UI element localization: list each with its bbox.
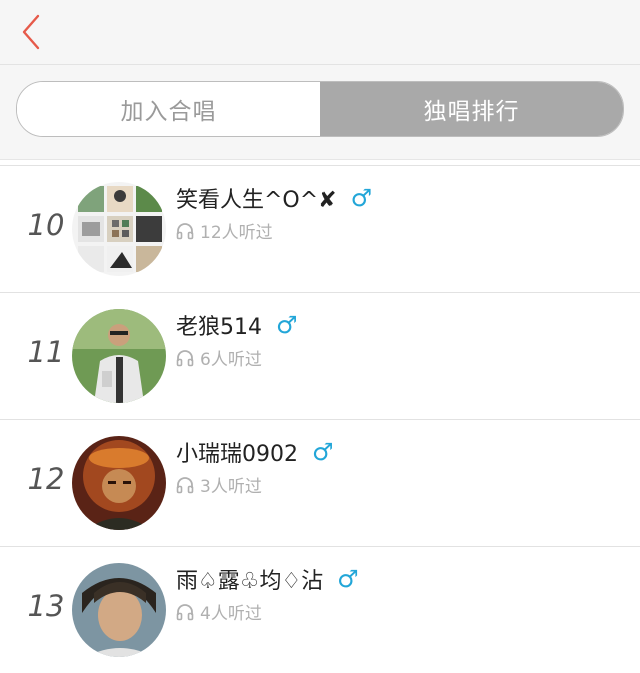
listen-count: 3人听过: [176, 472, 262, 497]
listen-count-text: 4人听过: [200, 604, 262, 624]
ranking-list: 10 笑看人生^O^✘ ♂ 12人听过 11 老狼514 ♂ 6人听过 12 小…: [0, 165, 640, 673]
male-icon: ♂: [350, 184, 373, 212]
tab-solo-ranking[interactable]: 独唱排行: [320, 82, 623, 136]
avatar-collage-image: [72, 182, 166, 276]
list-item[interactable]: 11 老狼514 ♂ 6人听过: [0, 292, 640, 419]
avatar[interactable]: [72, 309, 166, 403]
user-name-text: 老狼514: [176, 315, 262, 340]
listen-count-text: 3人听过: [200, 477, 262, 497]
avatar[interactable]: [72, 182, 166, 276]
user-name[interactable]: 笑看人生^O^✘ ♂: [176, 182, 372, 214]
avatar-photo-image: [72, 563, 166, 657]
avatar[interactable]: [72, 563, 166, 657]
listen-count-text: 6人听过: [200, 350, 262, 370]
avatar-photo-image: [72, 309, 166, 403]
avatar[interactable]: [72, 436, 166, 530]
headphones-icon: [176, 603, 194, 620]
headphones-icon: [176, 476, 194, 493]
tab-area: 加入合唱 独唱排行: [0, 65, 640, 160]
list-item[interactable]: 12 小瑞瑞0902 ♂ 3人听过: [0, 419, 640, 546]
male-icon: ♂: [276, 311, 298, 339]
user-name-text: 雨♤露♧均♢沾: [176, 569, 324, 594]
rank-number: 12: [27, 462, 65, 496]
avatar-photo-image: [72, 436, 166, 530]
male-icon: ♂: [312, 438, 334, 466]
user-name[interactable]: 雨♤露♧均♢沾 ♂: [176, 563, 359, 595]
rank-number: 13: [27, 589, 65, 623]
headphones-icon: [176, 349, 194, 366]
user-name-text: 小瑞瑞0902: [176, 442, 298, 467]
listen-count-text: 12人听过: [200, 223, 273, 243]
listen-count: 12人听过: [176, 218, 273, 243]
headphones-icon: [176, 222, 194, 239]
user-name[interactable]: 小瑞瑞0902 ♂: [176, 436, 334, 468]
tab-join-chorus[interactable]: 加入合唱: [17, 82, 320, 136]
listen-count: 4人听过: [176, 599, 262, 624]
male-icon: ♂: [337, 565, 359, 593]
list-item[interactable]: 10 笑看人生^O^✘ ♂ 12人听过: [0, 165, 640, 292]
listen-count: 6人听过: [176, 345, 262, 370]
segmented-control: 加入合唱 独唱排行: [16, 81, 624, 137]
user-name[interactable]: 老狼514 ♂: [176, 309, 298, 341]
list-item[interactable]: 13 雨♤露♧均♢沾 ♂ 4人听过: [0, 546, 640, 673]
rank-number: 10: [27, 208, 65, 242]
top-bar: [0, 0, 640, 65]
user-name-text: 笑看人生^O^✘: [176, 188, 337, 213]
chevron-left-icon: [22, 14, 40, 50]
back-button[interactable]: [16, 12, 46, 52]
rank-number: 11: [27, 335, 65, 369]
